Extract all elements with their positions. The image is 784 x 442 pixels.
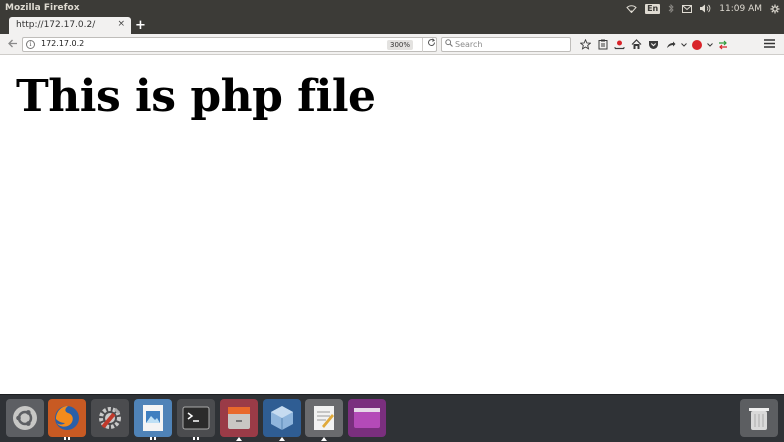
browser-tab[interactable]: http://172.17.0.2/ ×: [9, 17, 131, 34]
toolbar-icons: [577, 37, 731, 52]
wifi-icon[interactable]: [626, 0, 637, 17]
home-icon[interactable]: [628, 37, 645, 52]
close-tab-icon[interactable]: ×: [117, 19, 125, 29]
terminal-icon[interactable]: [177, 399, 215, 440]
trash-icon[interactable]: [740, 399, 778, 437]
running-indicator: [193, 437, 195, 440]
running-indicator: [64, 437, 66, 440]
chevron-down-icon[interactable]: [705, 37, 714, 52]
chevron-down-icon[interactable]: [679, 37, 688, 52]
running-indicator: [150, 437, 152, 440]
search-icon: [445, 39, 453, 49]
running-arrow: [236, 437, 242, 441]
page-content: This is php file: [0, 55, 784, 394]
site-info-icon[interactable]: i: [26, 40, 35, 49]
image-viewer-icon[interactable]: [134, 399, 172, 440]
panel-indicators: En 11:09 AM: [626, 0, 780, 17]
firefox-icon[interactable]: [48, 399, 86, 440]
url-text[interactable]: 172.17.0.2: [41, 39, 84, 48]
clock[interactable]: 11:09 AM: [719, 0, 762, 17]
send-tab-icon[interactable]: [662, 37, 679, 52]
text-editor-icon[interactable]: [305, 399, 343, 441]
reading-list-icon[interactable]: [594, 37, 611, 52]
keyboard-layout-indicator[interactable]: En: [645, 3, 661, 14]
back-arrow-icon[interactable]: [6, 38, 19, 51]
running-indicator: [154, 437, 156, 440]
running-arrow: [279, 437, 285, 441]
reload-icon[interactable]: [422, 38, 436, 52]
page-heading: This is php file: [16, 71, 376, 122]
unity-launcher: [0, 394, 784, 442]
hamburger-menu-icon[interactable]: [762, 38, 776, 51]
tab-strip: http://172.17.0.2/ × +: [0, 17, 784, 34]
adblock-icon[interactable]: [688, 37, 705, 52]
volume-icon[interactable]: [700, 0, 711, 17]
file-cabinet-icon[interactable]: [220, 399, 258, 441]
running-arrow: [321, 437, 327, 441]
ubuntu-dash-icon[interactable]: [6, 399, 44, 437]
mail-icon[interactable]: [682, 0, 693, 17]
sync-arrows-icon[interactable]: [714, 37, 731, 52]
pocket-icon[interactable]: [645, 37, 662, 52]
url-bar[interactable]: i 172.17.0.2 300%: [22, 37, 437, 52]
bookmark-star-icon[interactable]: [577, 37, 594, 52]
download-icon[interactable]: [611, 37, 628, 52]
window-title: Mozilla Firefox: [5, 3, 80, 13]
adblock-badge: [691, 39, 702, 50]
search-bar[interactable]: [441, 37, 571, 52]
bluetooth-icon[interactable]: [668, 0, 674, 17]
search-input[interactable]: [455, 39, 565, 50]
workspace-switcher-icon[interactable]: [348, 399, 386, 437]
system-top-panel: Mozilla Firefox En 11:09 AM: [0, 0, 784, 17]
running-indicator: [68, 437, 70, 440]
zoom-level-badge[interactable]: 300%: [387, 40, 413, 50]
system-settings-icon[interactable]: [91, 399, 129, 437]
running-indicator: [197, 437, 199, 440]
tab-title: http://172.17.0.2/: [16, 20, 96, 30]
navigation-toolbar: i 172.17.0.2 300%: [0, 34, 784, 55]
virtualbox-icon[interactable]: [263, 399, 301, 441]
new-tab-button[interactable]: +: [135, 17, 146, 34]
power-gear-icon[interactable]: [770, 0, 780, 17]
